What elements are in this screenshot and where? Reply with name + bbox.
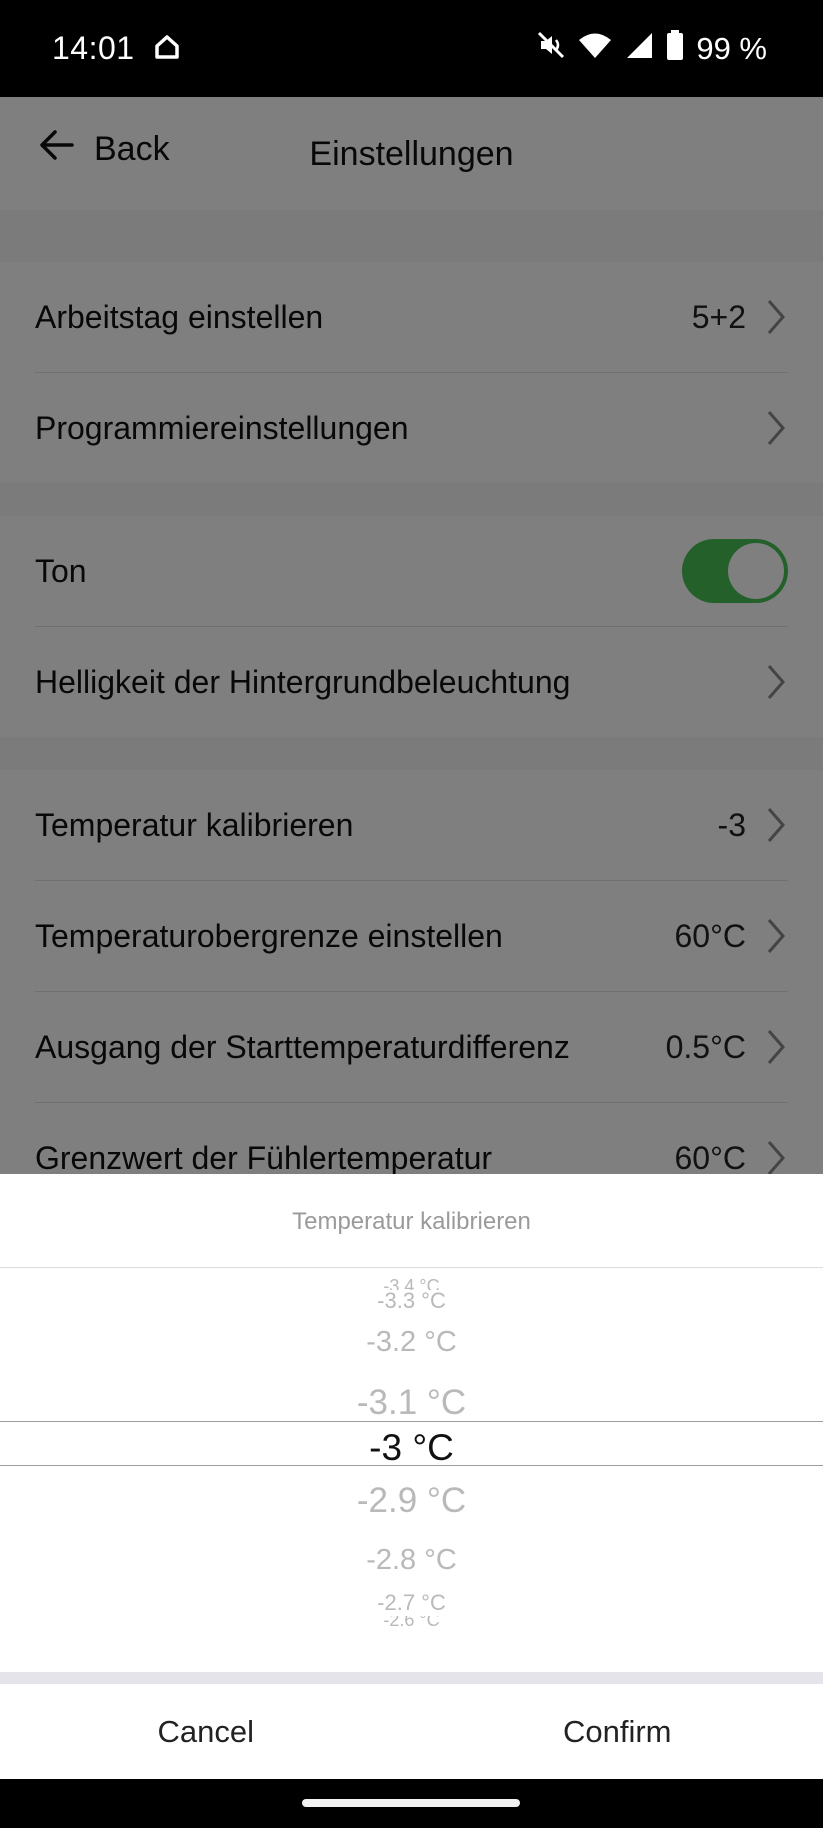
battery-icon — [666, 30, 684, 68]
value-wheel[interactable]: -3.4 °C -3.3 °C -3.2 °C -3.1 °C -3 °C -2… — [0, 1268, 823, 1664]
home-gesture-bar[interactable] — [302, 1799, 520, 1807]
picker-option[interactable]: -2.6 °C — [0, 1616, 823, 1628]
home-icon — [154, 34, 180, 65]
picker-option-selected[interactable]: -3 °C — [0, 1427, 823, 1469]
picker-option[interactable]: -2.9 °C — [0, 1476, 823, 1526]
picker-option[interactable]: -2.7 °C — [0, 1588, 823, 1618]
picker-option[interactable]: -3.3 °C — [0, 1286, 823, 1316]
status-bar: 14:01 99 % — [0, 0, 823, 97]
sheet-divider — [0, 1672, 823, 1684]
signal-icon — [624, 31, 654, 67]
selection-line-top — [0, 1421, 823, 1422]
battery-percent: 99 % — [696, 31, 767, 66]
picker-option[interactable]: -3.2 °C — [0, 1320, 823, 1364]
picker-sheet: Temperatur kalibrieren -3.4 °C -3.3 °C -… — [0, 1174, 823, 1779]
mute-icon — [536, 30, 566, 68]
status-time: 14:01 — [52, 30, 135, 66]
cancel-button[interactable]: Cancel — [0, 1684, 412, 1779]
picker-option[interactable]: -2.8 °C — [0, 1538, 823, 1582]
sheet-actions: Cancel Confirm — [0, 1684, 823, 1779]
selection-line-bottom — [0, 1465, 823, 1466]
navigation-bar — [0, 1779, 823, 1828]
picker-title: Temperatur kalibrieren — [0, 1174, 823, 1268]
confirm-button[interactable]: Confirm — [412, 1684, 823, 1779]
wifi-icon — [578, 31, 612, 67]
modal-backdrop[interactable] — [0, 97, 823, 1174]
